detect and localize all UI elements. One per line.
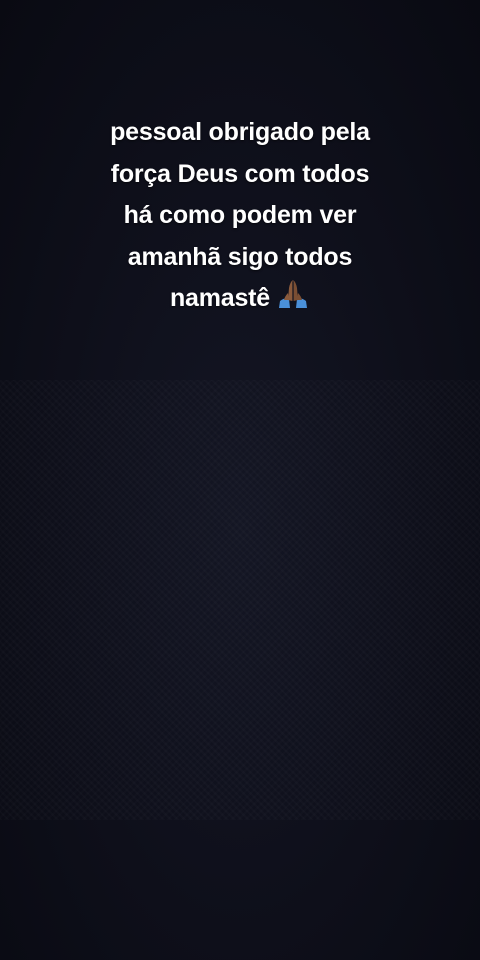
folded-hands-icon (276, 279, 310, 323)
caption-line-3: há como podem ver (123, 201, 357, 229)
background-texture (0, 380, 480, 820)
caption-line-4: amanhã sigo todos (127, 242, 353, 271)
caption-line-5: namastê (169, 284, 271, 312)
story-screen: pessoal obrigado pela força Deus com tod… (0, 0, 480, 960)
caption-line-1: pessoal obrigado pela (110, 118, 370, 146)
story-caption: pessoal obrigado pela força Deus com tod… (40, 112, 440, 323)
caption-line-2: força Deus com todos (110, 159, 370, 188)
caption-line-5-wrap: namastê (40, 278, 440, 323)
